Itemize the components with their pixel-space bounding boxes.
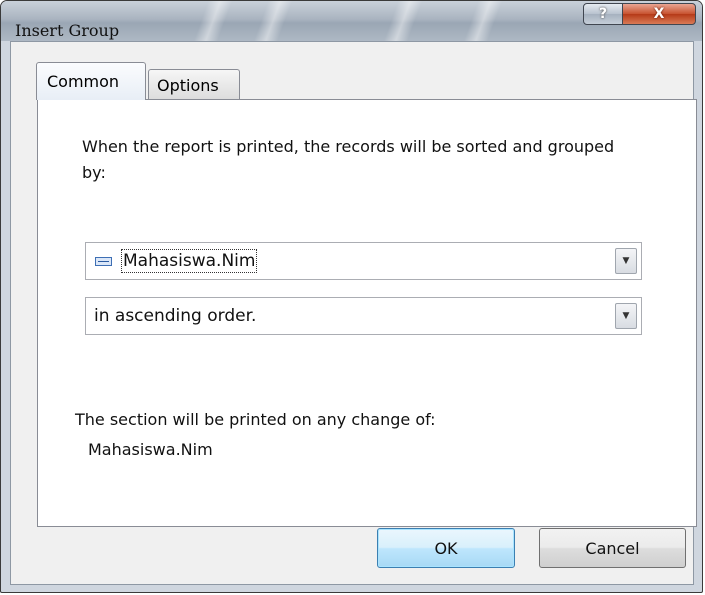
close-button[interactable]: X <box>622 3 696 25</box>
close-icon: X <box>653 6 665 22</box>
cancel-button[interactable]: Cancel <box>539 528 686 568</box>
window-title: Insert Group <box>15 21 120 40</box>
sort-order-value: in ascending order. <box>94 306 257 326</box>
chevron-down-icon: ▼ <box>622 256 630 266</box>
chevron-down-icon: ▼ <box>622 311 630 321</box>
common-tab-panel: When the report is printed, the records … <box>37 99 697 527</box>
section-change-value: Mahasiswa.Nim <box>88 440 213 459</box>
ok-button[interactable]: OK <box>377 528 515 568</box>
insert-group-dialog: Insert Group ? X Common Options When the… <box>0 0 703 593</box>
tab-common[interactable]: Common <box>36 62 146 100</box>
sort-order-dropdown[interactable]: in ascending order. ▼ <box>85 297 642 335</box>
database-field-icon <box>95 257 112 266</box>
help-button[interactable]: ? <box>583 3 623 25</box>
group-field-dropdown[interactable]: Mahasiswa.Nim ▼ <box>85 242 642 280</box>
tab-options[interactable]: Options <box>148 69 240 100</box>
group-field-value: Mahasiswa.Nim <box>120 249 258 273</box>
help-icon: ? <box>598 6 608 22</box>
dialog-client-area: Common Options When the report is printe… <box>10 41 697 585</box>
title-bar-sheen <box>193 1 233 41</box>
dropdown-arrow-button[interactable]: ▼ <box>615 303 637 329</box>
title-bar-sheen <box>383 1 423 41</box>
dropdown-arrow-button[interactable]: ▼ <box>615 248 637 274</box>
title-bar-sheen <box>463 1 503 41</box>
grouping-description: When the report is printed, the records … <box>82 137 615 182</box>
section-change-label: The section will be printed on any chang… <box>75 410 436 429</box>
title-bar-sheen <box>253 1 293 41</box>
title-bar[interactable]: Insert Group ? X <box>1 1 702 41</box>
